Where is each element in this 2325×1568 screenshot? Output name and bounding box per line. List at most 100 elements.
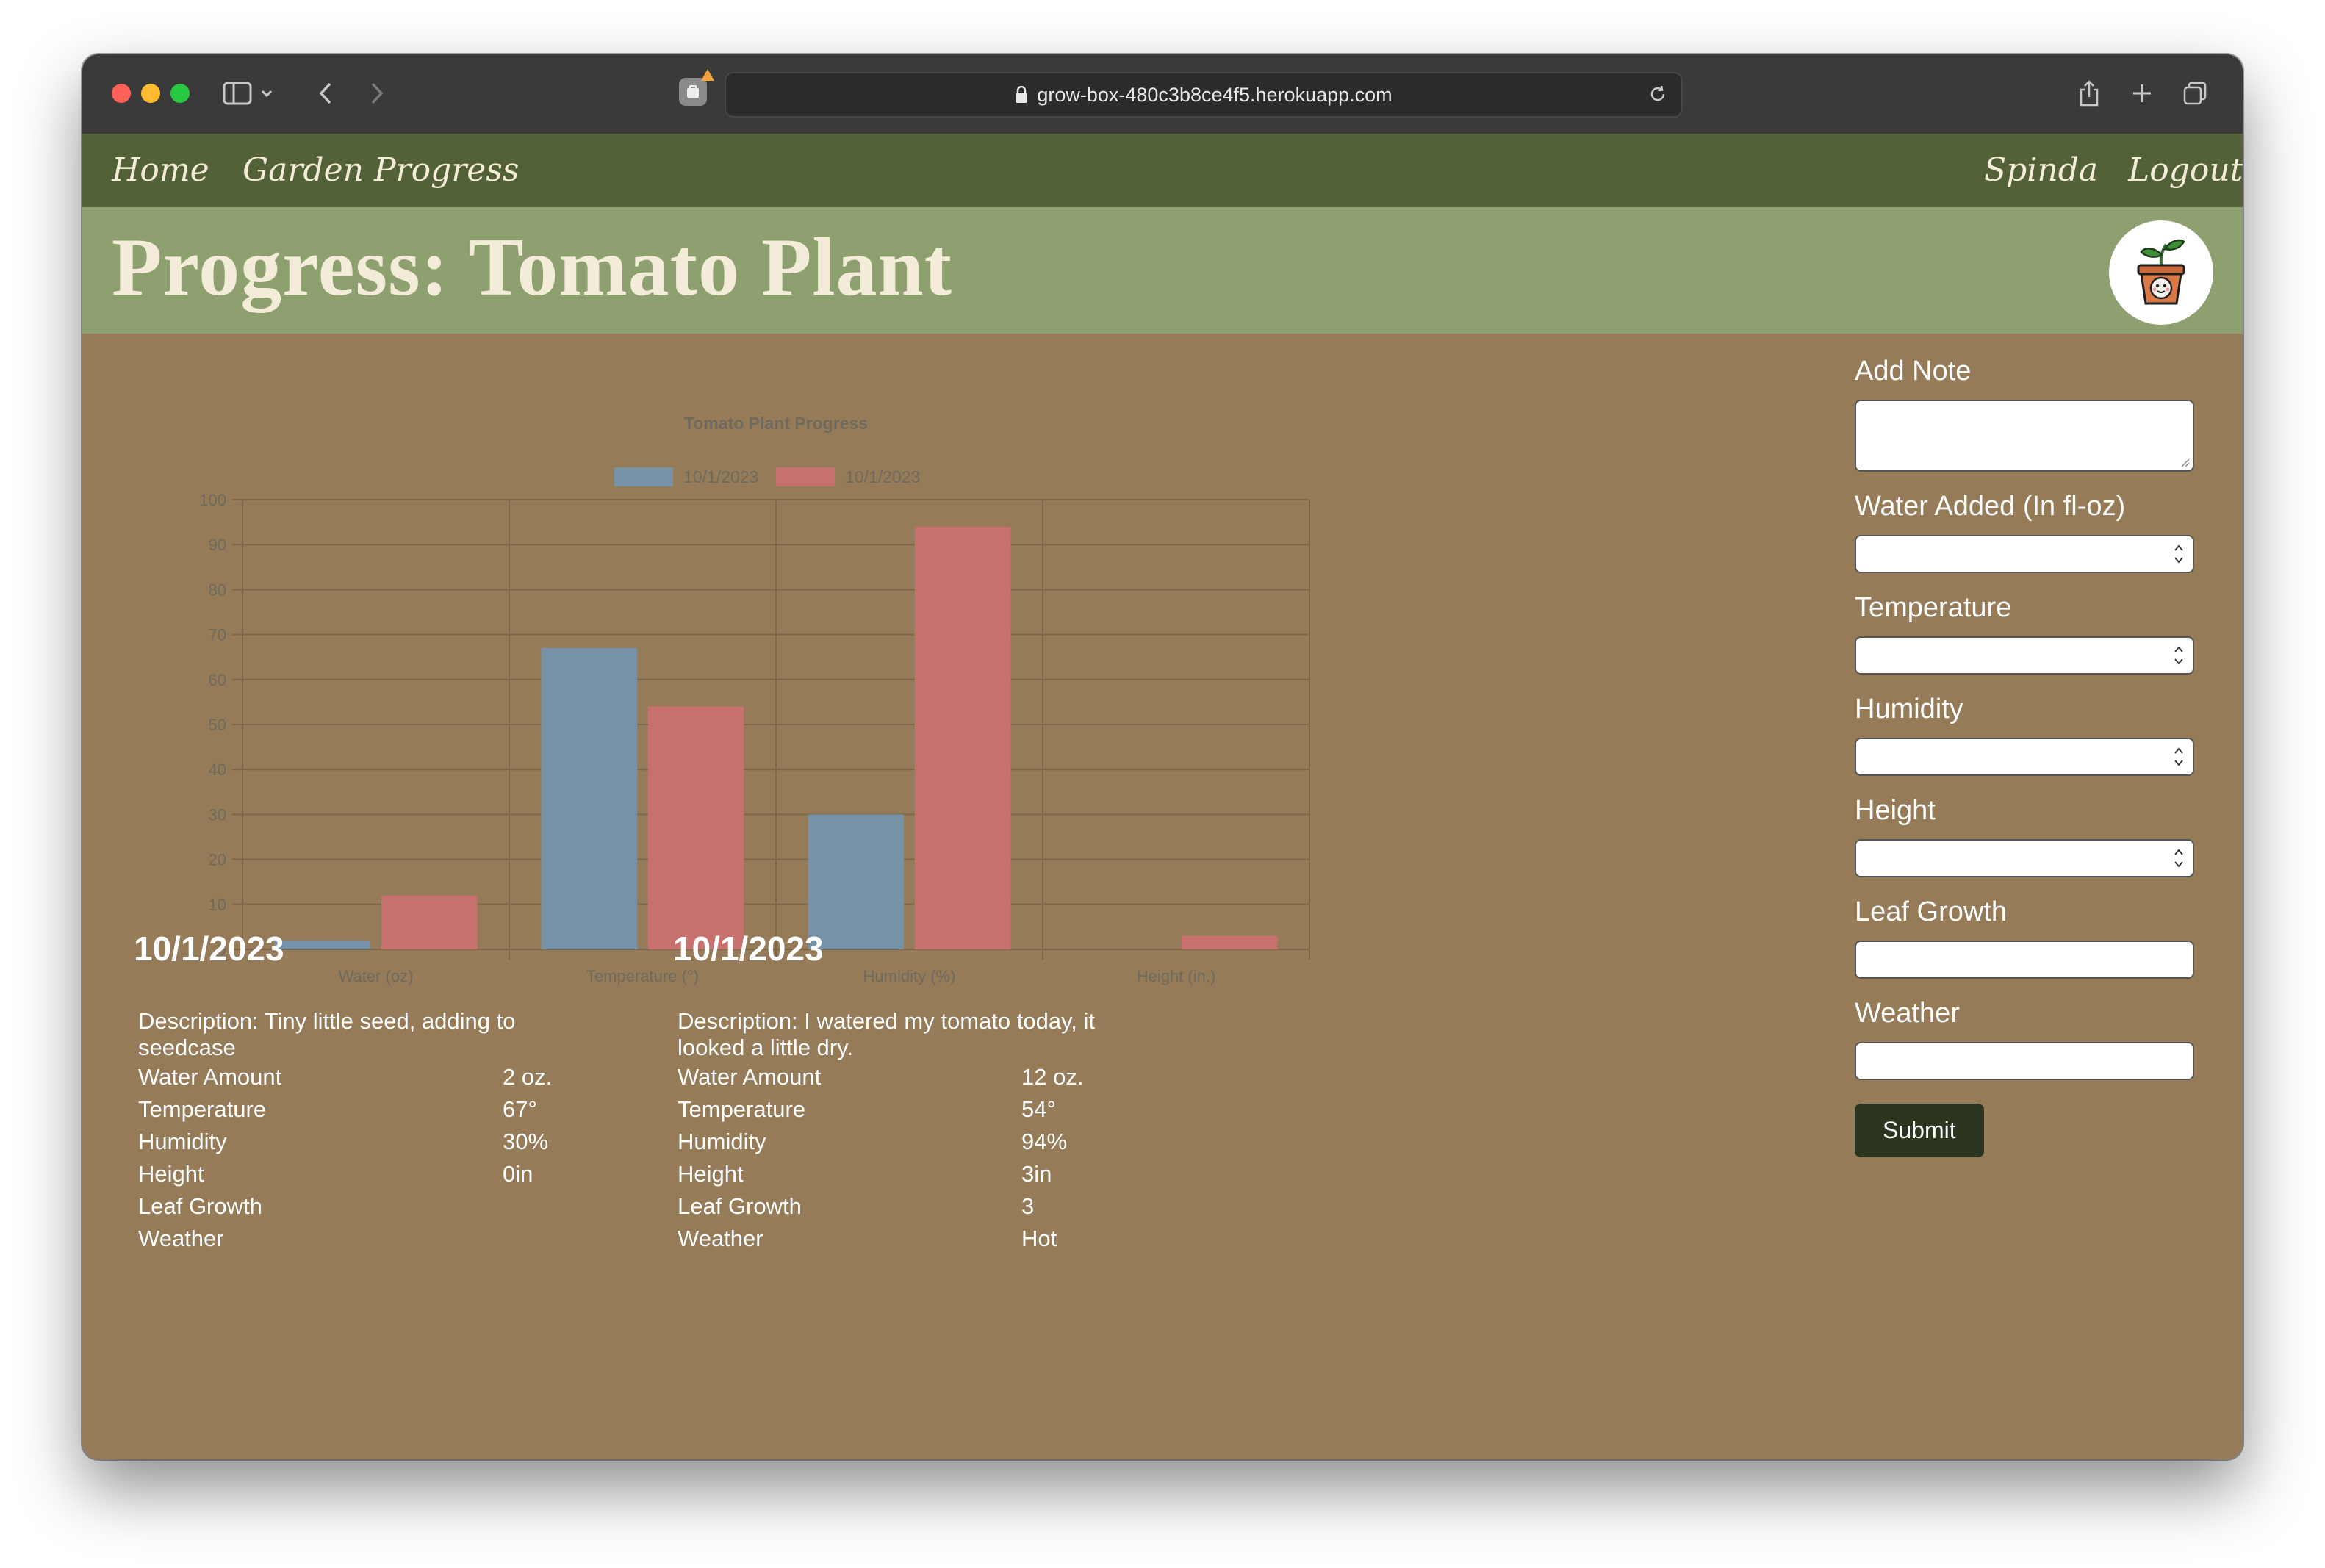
leaf-growth-input[interactable] xyxy=(1855,941,2194,979)
table-row: Height 0in xyxy=(138,1158,552,1190)
browser-toolbar: grow-box-480c3b8ce4f5.herokuapp.com xyxy=(82,54,2243,135)
row-label: Height xyxy=(138,1161,204,1187)
new-tab-icon[interactable] xyxy=(2124,75,2160,112)
row-value xyxy=(503,1223,552,1255)
row-value: 54° xyxy=(1021,1096,1056,1122)
chevron-down-icon[interactable] xyxy=(256,75,278,112)
page-header: Progress: Tomato Plant xyxy=(82,207,2243,334)
y-tick-label: 60 xyxy=(209,671,226,689)
back-arrow-icon[interactable] xyxy=(307,75,344,112)
stepper-arrows-icon[interactable] xyxy=(2174,644,2184,669)
lock-icon xyxy=(1015,86,1028,104)
row-label: Water Amount xyxy=(138,1064,282,1090)
nav-garden-progress-link[interactable]: Garden Progress xyxy=(242,151,519,189)
address-bar[interactable]: grow-box-480c3b8ce4f5.herokuapp.com xyxy=(725,72,1683,118)
entry-details-table: Water Amount 2 oz. Temperature 67° Humidit… xyxy=(138,1061,552,1255)
y-tick-label: 90 xyxy=(209,536,226,554)
stepper-arrows-icon[interactable] xyxy=(2174,745,2184,771)
progress-entry-2: 10/1/2023 Description: I watered my toma… xyxy=(673,929,1187,1255)
height-input[interactable] xyxy=(1855,839,2194,877)
stepper-arrows-icon[interactable] xyxy=(2174,846,2184,872)
maximize-window-button[interactable] xyxy=(170,84,190,103)
table-row: Height 3in xyxy=(678,1158,1083,1190)
humidity-label: Humidity xyxy=(1855,694,1963,724)
nav-user-link[interactable]: Spinda xyxy=(1984,151,2098,189)
row-value: Hot xyxy=(1021,1226,1057,1251)
add-note-form: Add Note Water Added (In fl-oz) Temperat… xyxy=(1855,356,2200,1157)
close-window-button[interactable] xyxy=(112,84,131,103)
weather-input[interactable] xyxy=(1855,1042,2194,1080)
add-note-label: Add Note xyxy=(1855,356,1972,386)
chart-title: Tomato Plant Progress xyxy=(684,414,868,433)
table-row: Weather xyxy=(138,1223,552,1255)
url-text: grow-box-480c3b8ce4f5.herokuapp.com xyxy=(1037,83,1393,106)
row-value: 30% xyxy=(503,1129,549,1154)
temperature-input[interactable] xyxy=(1855,636,2194,675)
submit-button[interactable]: Submit xyxy=(1855,1104,1984,1157)
nav-logout-link[interactable]: Logout xyxy=(2128,151,2243,189)
resize-handle-icon[interactable] xyxy=(2180,457,2190,467)
chart-bar xyxy=(541,647,638,949)
row-label: Leaf Growth xyxy=(678,1193,802,1219)
entry-description: Description: Tiny little seed, adding to… xyxy=(138,1008,516,1060)
sidebar-toggle-icon[interactable] xyxy=(219,75,256,112)
y-tick-label: 20 xyxy=(209,851,226,869)
y-tick-label: 10 xyxy=(209,896,226,914)
nav-home-link[interactable]: Home xyxy=(112,151,209,189)
browser-window: grow-box-480c3b8ce4f5.herokuapp.com Home… xyxy=(82,54,2243,1459)
chart-bar xyxy=(647,706,744,949)
table-row: Temperature 54° xyxy=(678,1093,1083,1126)
table-row: Humidity 94% xyxy=(678,1126,1083,1158)
y-tick-label: 80 xyxy=(209,580,226,599)
page-title: Progress: Tomato Plant xyxy=(112,222,953,313)
potted-sprout-icon xyxy=(2109,220,2213,325)
warning-icon xyxy=(701,69,714,81)
minimize-window-button[interactable] xyxy=(141,84,160,103)
y-tick-label: 70 xyxy=(209,626,226,644)
row-value: 94% xyxy=(1021,1129,1068,1154)
stepper-arrows-icon[interactable] xyxy=(2174,542,2184,568)
row-label: Temperature xyxy=(138,1096,267,1122)
table-row: Humidity 30% xyxy=(138,1126,552,1158)
y-tick-label: 50 xyxy=(209,716,226,734)
table-row: Weather Hot xyxy=(678,1223,1083,1255)
share-icon[interactable] xyxy=(2071,75,2107,112)
progress-chart: Tomato Plant Progress 10/1/2023 10/1/2023 0… xyxy=(104,348,1368,995)
row-value: 12 oz. xyxy=(1021,1064,1084,1090)
legend-swatch xyxy=(614,467,673,486)
row-label: Leaf Growth xyxy=(138,1193,262,1219)
reload-icon[interactable] xyxy=(1647,84,1668,104)
forward-arrow-icon[interactable] xyxy=(359,75,395,112)
row-value: 0in xyxy=(503,1161,533,1187)
row-value: 67° xyxy=(503,1096,537,1122)
tab-overview-icon[interactable] xyxy=(2177,75,2213,112)
weather-label: Weather xyxy=(1855,998,1960,1029)
row-label: Height xyxy=(678,1161,744,1187)
row-value xyxy=(503,1190,552,1223)
temperature-label: Temperature xyxy=(1855,592,2012,623)
chart-bar xyxy=(914,526,1011,949)
progress-chart-svg: Tomato Plant Progress10/1/2023 10/1/20230… xyxy=(199,414,1310,985)
row-label: Humidity xyxy=(138,1129,227,1154)
row-label: Humidity xyxy=(678,1129,766,1154)
note-textarea[interactable] xyxy=(1855,400,2194,472)
extension-icon[interactable] xyxy=(679,78,707,106)
humidity-input[interactable] xyxy=(1855,738,2194,776)
y-tick-label: 100 xyxy=(199,491,226,509)
entry-date: 10/1/2023 xyxy=(673,929,824,968)
leaf-growth-label: Leaf Growth xyxy=(1855,896,2007,927)
table-row: Water Amount 2 oz. xyxy=(138,1061,552,1093)
legend-label: 10/1/2023 xyxy=(683,467,758,486)
entry-description: Description: I watered my tomato today, … xyxy=(678,1008,1095,1060)
table-row: Leaf Growth 3 xyxy=(678,1190,1083,1223)
chart-bar xyxy=(1181,935,1278,949)
site-navbar: Home Garden Progress Spinda Logout xyxy=(82,134,2243,207)
progress-entry-1: 10/1/2023 Description: Tiny little seed,… xyxy=(134,929,648,1255)
y-tick-label: 40 xyxy=(209,760,226,779)
legend-label: 10/1/2023 xyxy=(845,467,920,486)
y-tick-label: 30 xyxy=(209,805,226,824)
entry-details-table: Water Amount 12 oz. Temperature 54° Humidi… xyxy=(678,1061,1083,1255)
legend-swatch xyxy=(776,467,835,486)
row-value: 3 xyxy=(1021,1193,1035,1219)
water-added-input[interactable] xyxy=(1855,535,2194,573)
